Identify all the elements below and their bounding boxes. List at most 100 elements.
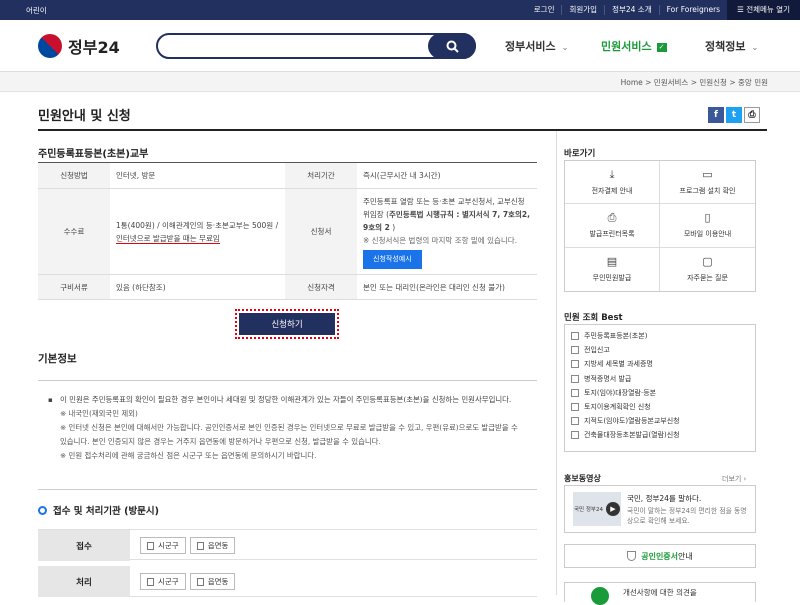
cert-label: 공인인증서 [641,551,679,561]
taegeuk-icon [33,29,67,63]
agency-chip[interactable]: 시군구 [140,537,186,554]
agency-chip[interactable]: 읍면동 [189,537,236,554]
top-utility-bar: 어린이 로그인 회원가입 정부24 소개 For Foreigners ☰ 전체… [0,0,800,20]
form-note: ※ 신청서식은 법령의 마지막 조항 밑에 있습니다. [363,235,518,245]
quick-link-label: 발급프린터목록 [589,230,635,239]
period-label: 처리기간 [285,162,357,189]
quick-link-kiosk[interactable]: ▤ 무인민원발급 [565,247,660,291]
process-title-text: 접수 및 처리기관 (방문시) [53,506,160,517]
form-label: 신청서 [285,188,357,275]
facebook-icon[interactable]: f [708,107,724,123]
method-label: 신청방법 [38,162,110,189]
breadcrumb[interactable]: Home > 민원서비스 > 민원신청 > 중앙 민원 [621,77,768,88]
qual-label: 신청자격 [285,274,357,300]
quick-link-label: 전자결제 안내 [591,187,633,196]
gnb-label: 정책정보 [705,40,746,53]
best-list: 주민등록표등본(초본) 전입신고 지방세 세목별 과세증명 병적증명서 발급 토… [564,324,756,452]
service-info-table: 신청방법 인터넷, 방문 처리기간 즉시(근무시간 내 3시간) 수수료 1통(… [38,162,537,300]
quick-link-payment[interactable]: ⤓ 전자결제 안내 [565,161,660,205]
feedback-banner[interactable]: 개선사항에 대한 의견을 [564,582,756,605]
logo-text: 정부24 [68,38,120,57]
shield-icon [627,551,637,561]
best-item[interactable]: 전입신고 [571,343,749,357]
login-link[interactable]: 로그인 [527,5,562,15]
promo-description: 국민이 말하는 정부24의 편리한 점을 동영상으로 확인해 보세요. [627,507,747,525]
check-icon: ✓ [656,42,667,52]
form-example-button[interactable]: 신청작성예시 [363,249,422,269]
gnb-label: 정부서비스 [505,40,556,53]
search-icon [446,40,459,53]
basic-info-text: 이 민원은 주민등록표의 확인이 필요한 경우 본인이나 세대원 및 정당한 이… [48,393,523,407]
gnb-civil-services[interactable]: 민원서비스 ✓ [601,38,667,54]
download-icon: ⤓ [609,168,615,182]
share-buttons: f t ⎙ [708,107,760,123]
promo-video-card[interactable]: 국민 정부24 ▶ 국민, 정부24를 말하다. 국민이 말하는 정부24의 편… [564,485,756,533]
document-icon [196,577,204,586]
best-list-title: 민원 조회 Best [564,313,623,323]
basic-note: ※ 민원 접수처리에 관해 궁금하신 점은 시군구 또는 읍면동에 문의하시기 … [60,451,317,460]
gnb-gov-services[interactable]: 정부서비스 ⌄ [505,38,568,54]
monitor-icon: ▭ [702,168,713,182]
process-row-label: 접수 [38,530,130,561]
best-item[interactable]: 건축물대장등초본발급(열람)신청 [571,428,749,442]
chip-label: 시군구 [158,577,179,586]
best-item[interactable]: 주민등록표등본(초본) [571,329,749,343]
site-header: 정부24 정부서비스 ⌄ 민원서비스 ✓ 정책정보 ⌄ [0,20,800,72]
quick-links-title: 바로가기 [564,149,596,159]
full-menu-button[interactable]: ☰ 전체메뉴 열기 [727,0,800,20]
quick-links-grid: ⤓ 전자결제 안내 ▭ 프로그램 설치 확인 ⎙ 발급프린터목록 ▯ 모바일 이용안내 … [564,160,756,292]
fee-value: 1통(400원) / 이해관계인의 등·초본교부는 500원 / 인터넷으로 발… [110,188,285,275]
best-item[interactable]: 토지이용계획확인 신청 [571,400,749,414]
quick-link-faq[interactable]: ▢ 자주묻는 질문 [660,248,755,291]
docs-label: 구비서류 [38,274,110,300]
basic-note: ※ 내국인(재외국민 제외) [60,409,138,418]
basic-info-box: 이 민원은 주민등록표의 확인이 필요한 경우 본인이나 세대원 및 정당한 이… [38,380,537,490]
kiosk-icon: ▤ [606,255,618,269]
kids-link[interactable]: 어린이 [26,5,47,16]
quick-link-program[interactable]: ▭ 프로그램 설치 확인 [660,161,755,205]
quick-link-label: 무인민원발급 [592,274,632,283]
best-item[interactable]: 병적증명서 발급 [571,372,749,386]
process-title: 접수 및 처리기관 (방문시) [38,503,159,517]
basic-info-title: 기본정보 [38,353,77,365]
twitter-icon[interactable]: t [726,107,742,123]
promo-video-title: 홍보동영상 [564,474,601,483]
play-icon: ▶ [606,502,620,516]
promo-headline: 국민, 정부24를 말하다. [627,494,702,503]
video-thumbnail[interactable]: 국민 정부24 ▶ [573,492,621,526]
docs-value: 있음 (하단참조) [110,274,285,300]
process-row-handle: 처리 시군구 읍면동 [38,566,537,597]
agency-chip[interactable]: 시군구 [140,573,186,590]
gnb-policy-info[interactable]: 정책정보 ⌄ [705,38,758,54]
quick-link-printers[interactable]: ⎙ 발급프린터목록 [565,204,660,248]
cert-guide-button[interactable]: 공인인증서 안내 [564,544,756,568]
search-input[interactable] [170,35,430,57]
best-item[interactable]: 지방세 세목별 과세증명 [571,357,749,371]
quick-link-label: 모바일 이용안내 [683,230,732,239]
print-icon[interactable]: ⎙ [744,107,760,123]
circle-bullet-icon [38,505,47,515]
sidebar-divider [556,131,557,595]
printer-icon: ⎙ [607,211,617,225]
promo-more-link[interactable]: 더보기 › [722,474,746,484]
process-row-receive: 접수 시군구 읍면동 [38,529,537,561]
feedback-icon [591,587,609,605]
page-title: 민원안내 및 신청 [38,109,131,124]
service-title: 주민등록표등본(초본)교부 [38,149,149,160]
signup-link[interactable]: 회원가입 [561,5,604,15]
quick-link-mobile[interactable]: ▯ 모바일 이용안내 [660,204,755,248]
form-law-link[interactable]: 주민등록법 시행규칙 : 별지서식 7, 7호의2, 9호의 2 [363,210,530,232]
quick-link-label: 자주묻는 질문 [687,274,728,283]
best-item[interactable]: 지적도(임야도)열람등본교부신청 [571,414,749,428]
form-value: 주민등록표 열람 또는 등·초본 교부신청서, 교부신청 위임장 (주민등록법 … [357,188,537,275]
search-button[interactable] [428,33,476,59]
agency-chip[interactable]: 읍면동 [189,573,236,590]
form-text-end: ) [389,222,396,232]
site-logo[interactable]: 정부24 [33,29,120,63]
chip-label: 읍면동 [207,577,229,586]
foreigners-link[interactable]: For Foreigners [658,5,727,15]
about-link[interactable]: 정부24 소개 [604,5,659,15]
best-item[interactable]: 토지(임야)대장열람·등본 [571,386,749,400]
apply-button[interactable]: 신청하기 [239,313,335,335]
gnb-label: 민원서비스 [601,40,652,53]
